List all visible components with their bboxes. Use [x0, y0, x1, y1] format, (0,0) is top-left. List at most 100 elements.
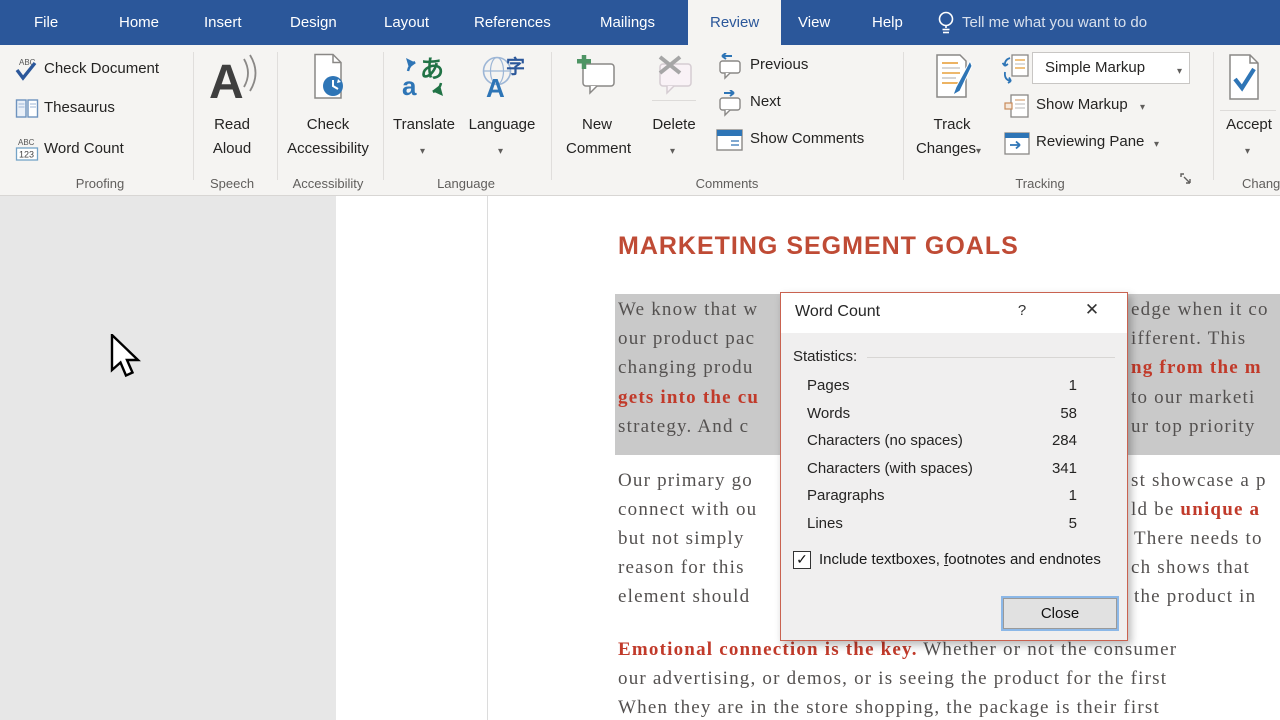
tab-layout[interactable]: Layout [370, 0, 443, 45]
read-aloud-label-1: Read [214, 116, 250, 133]
doc-line: to our marketi [1131, 387, 1256, 408]
track-changes-label-2: Changes [915, 140, 977, 157]
tab-view[interactable]: View [784, 0, 844, 45]
close-button[interactable]: Close [1003, 598, 1117, 629]
dialog-title: Word Count [795, 303, 881, 320]
reviewing-pane-button[interactable]: Reviewing Pane [1002, 129, 1194, 159]
tab-insert[interactable]: Insert [190, 0, 256, 45]
svg-text:123: 123 [19, 150, 34, 160]
doc-line: ur top priority [1131, 416, 1256, 437]
group-label-tracking: Tracking [1015, 176, 1065, 191]
doc-line: There needs to [1134, 528, 1263, 549]
stat-value-pages: 1 [1068, 377, 1077, 394]
simple-markup-icon [1002, 54, 1030, 84]
stat-value-words: 58 [1060, 405, 1077, 422]
tell-me-search[interactable]: Tell me what you want to do [962, 0, 1147, 45]
tracking-dialog-launcher-icon[interactable] [1180, 173, 1193, 186]
thesaurus-label: Thesaurus [44, 99, 115, 116]
new-comment-button[interactable]: New Comment [566, 53, 632, 165]
tab-help[interactable]: Help [858, 0, 917, 45]
check-accessibility-button[interactable]: Check Accessibility [285, 53, 371, 165]
tab-design[interactable]: Design [276, 0, 351, 45]
mouse-cursor [110, 334, 144, 380]
include-textboxes-label: Include textboxes, footnotes and endnote… [819, 551, 1101, 568]
check-accessibility-icon [311, 53, 345, 103]
doc-line: ld be unique a [1131, 499, 1261, 520]
accept-button[interactable]: Accept [1218, 53, 1280, 165]
svg-text:a: a [402, 71, 417, 99]
word-count-label: Word Count [44, 140, 124, 157]
group-divider [903, 52, 904, 180]
stat-label-lines: Lines [807, 515, 843, 532]
stat-value-paragraphs: 1 [1068, 487, 1077, 504]
dialog-help-button[interactable]: ? [1009, 302, 1035, 326]
reviewing-pane-dropdown-arrow-icon [1154, 134, 1159, 152]
page-edge-line [487, 196, 488, 720]
svg-text:ABC: ABC [18, 138, 35, 147]
check-document-icon: ABC [14, 56, 40, 84]
tab-file[interactable]: File [20, 0, 72, 45]
group-label-language: Language [437, 176, 495, 191]
previous-label: Previous [750, 56, 809, 73]
stat-label-paragraphs: Paragraphs [807, 487, 885, 504]
word-count-button[interactable]: ABC 123 Word Count [10, 133, 188, 165]
doc-line: We know that w [618, 299, 759, 320]
doc-line: changing produ [618, 357, 754, 378]
translate-button[interactable]: a あ Translate [392, 53, 456, 165]
show-markup-label: Show Markup [1036, 96, 1128, 113]
doc-line: st showcase a p [1131, 470, 1267, 491]
group-label-comments: Comments [695, 176, 759, 191]
new-comment-label-2: Comment [566, 140, 632, 157]
read-aloud-button[interactable]: A Read Aloud [200, 53, 264, 165]
show-markup-icon [1004, 94, 1030, 120]
check-accessibility-label-2: Accessibility [287, 140, 369, 157]
tab-review[interactable]: Review [688, 0, 782, 45]
doc-line: ch shows that [1131, 557, 1251, 578]
doc-line: strategy. And c [618, 416, 750, 437]
tab-home[interactable]: Home [105, 0, 173, 45]
group-divider [193, 52, 194, 180]
accept-dropdown-arrow-icon [1245, 141, 1250, 159]
next-label: Next [750, 93, 781, 110]
show-comments-icon [716, 129, 744, 153]
group-label-proofing: Proofing [75, 176, 125, 191]
group-label-accessibility: Accessibility [292, 176, 364, 191]
show-markup-button[interactable]: Show Markup [1002, 92, 1194, 122]
accept-label: Accept [1226, 116, 1272, 133]
thesaurus-button[interactable]: Thesaurus [10, 95, 188, 125]
delete-label: Delete [652, 116, 696, 133]
read-aloud-label-2: Aloud [212, 140, 252, 157]
check-document-button[interactable]: ABC Check Document [10, 55, 188, 87]
show-comments-button[interactable]: Show Comments [712, 127, 898, 157]
check-document-label: Check Document [44, 60, 160, 77]
group-divider [1213, 52, 1214, 180]
reviewing-pane-label: Reviewing Pane [1036, 133, 1145, 150]
next-comment-button[interactable]: Next [712, 90, 898, 120]
tab-mailings[interactable]: Mailings [586, 0, 669, 45]
display-for-review-combo[interactable]: Simple Markup [1002, 52, 1194, 86]
word-count-icon: ABC 123 [14, 135, 40, 163]
tab-references[interactable]: References [460, 0, 565, 45]
ribbon-review: ABC Check Document Thesaurus ABC 123 Wor… [0, 45, 1280, 196]
doc-line: but not simply [618, 528, 745, 549]
doc-line: our product pac [618, 328, 756, 349]
document-canvas: MARKETING SEGMENT GOALS We know that w o… [0, 196, 1280, 720]
stat-label-pages: Pages [807, 377, 850, 394]
doc-line: gets into the cu [618, 387, 760, 408]
translate-icon: a あ [402, 55, 446, 99]
read-aloud-icon: A [208, 53, 258, 109]
track-changes-button[interactable]: Track Changes [916, 53, 984, 165]
include-textboxes-checkbox[interactable]: ✓ [793, 551, 811, 569]
delete-comment-button[interactable]: Delete [644, 53, 704, 165]
previous-comment-button[interactable]: Previous [712, 53, 898, 83]
show-markup-dropdown-arrow-icon [1140, 97, 1145, 115]
accept-icon [1226, 53, 1262, 103]
simple-markup-select[interactable]: Simple Markup [1032, 52, 1190, 84]
group-divider [277, 52, 278, 180]
dialog-close-icon[interactable]: ✕ [1077, 300, 1107, 326]
language-button[interactable]: 字 A Language [468, 53, 536, 165]
doc-line: the product in [1134, 586, 1257, 607]
language-icon: 字 A [480, 55, 526, 99]
split-divider [1220, 110, 1276, 111]
group-label-speech: Speech [209, 176, 255, 191]
